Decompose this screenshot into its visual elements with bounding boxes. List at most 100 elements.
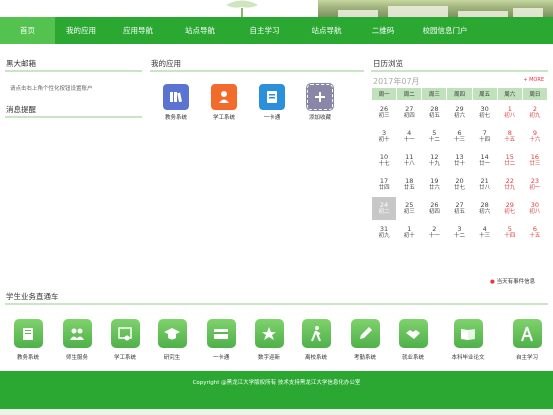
nav-home[interactable]: 首页: [0, 17, 55, 44]
calendar-day[interactable]: 6 十三: [446, 124, 473, 149]
app-add-favorite[interactable]: 添加收藏: [300, 83, 340, 121]
calendar-day[interactable]: 28 初五: [421, 100, 448, 125]
add-icon: [306, 83, 334, 111]
calendar-day[interactable]: 24 初二: [370, 196, 398, 221]
service-item[interactable]: 学工系统: [100, 319, 150, 361]
calendar-title: 日历浏览: [373, 59, 403, 68]
calendar-day[interactable]: 27 初四: [396, 100, 423, 125]
calendar-day[interactable]: 15 廿二: [496, 148, 523, 173]
calendar-day[interactable]: 28 初六: [471, 196, 498, 221]
calendar-day[interactable]: 4 十三: [471, 220, 498, 245]
calendar-day[interactable]: 5 十二: [421, 124, 448, 149]
calendar-month: 2017年07月: [373, 77, 420, 86]
service-label: 教务系统: [16, 355, 39, 361]
calendar-day[interactable]: 1 初八: [496, 100, 523, 125]
campus-photo: [318, 0, 553, 17]
calendar-day[interactable]: 7 十四: [471, 124, 498, 149]
calendar-day[interactable]: 18 廿五: [396, 172, 423, 197]
nav-self-study[interactable]: 自主学习: [231, 17, 298, 44]
service-label: 考勤系统: [353, 355, 376, 361]
calendar-day[interactable]: 20 廿七: [446, 172, 473, 197]
calendar-day[interactable]: 30 初七: [471, 100, 498, 125]
calendar-day[interactable]: 2 十一: [421, 220, 448, 245]
app-student-affairs[interactable]: 学工系统: [204, 84, 244, 121]
service-item[interactable]: 教务系统: [3, 319, 53, 361]
nav-qrcode[interactable]: 二维码: [355, 17, 411, 44]
pencil-icon: [350, 319, 380, 348]
calendar-grid: 周一 周二 周三 周四 周五 周六 周日 26 初三 27 初四 28 初五 29 初六 30 初七 1 初八 2 初…: [370, 87, 549, 245]
calendar-day[interactable]: 21 廿八: [471, 172, 498, 197]
calendar-day[interactable]: 10 十七: [370, 148, 398, 173]
compass-icon: [512, 319, 542, 348]
main-nav: 首页 我的应用 应用导航 站点导航 自主学习 站点导航 二维码 校园信息门户: [0, 17, 553, 44]
nav-site-guide-2[interactable]: 站点导航: [298, 17, 355, 44]
calendar-week: 31 初九 1 初十 2 十一 3 十二 4 十三 5 十四 6 十五: [370, 220, 549, 245]
calendar-week: 24 初二 25 初三 26 初四 27 初五 28 初六 29 初七 30 初八: [370, 196, 549, 221]
calendar-day[interactable]: 26 初三: [370, 100, 398, 125]
calendar-header: 2017年07月 + MORE: [371, 76, 546, 86]
certificate-icon: [110, 319, 140, 348]
service-item[interactable]: 师生服务: [52, 319, 102, 361]
service-item[interactable]: 自主学习: [502, 319, 552, 361]
service-item[interactable]: 一卡通: [196, 319, 246, 361]
service-item[interactable]: 本科毕业论文: [443, 319, 493, 361]
service-item[interactable]: 考勤系统: [340, 319, 390, 361]
service-label: 自主学习: [515, 355, 538, 361]
calendar-day[interactable]: 4 十一: [396, 124, 423, 149]
calendar-day[interactable]: 5 十四: [496, 220, 523, 245]
calendar-weekday: 周一: [370, 87, 398, 101]
calendar-day[interactable]: 3 十二: [446, 220, 473, 245]
service-item[interactable]: 就业系统: [388, 319, 438, 361]
services-divider: [5, 303, 548, 305]
graduation-cap-icon: [157, 319, 187, 348]
calendar-day[interactable]: 29 初七: [496, 196, 523, 221]
calendar-day[interactable]: 6 十五: [521, 220, 549, 245]
service-item[interactable]: 研究生: [147, 319, 197, 361]
calendar-day[interactable]: 16 廿三: [521, 148, 549, 173]
service-label: 离校系统: [304, 355, 327, 361]
calendar-day[interactable]: 8 十五: [496, 124, 523, 149]
calendar-day[interactable]: 12 十九: [421, 148, 448, 173]
calendar-day[interactable]: 30 初八: [521, 196, 549, 221]
calendar-day[interactable]: 19 廿六: [421, 172, 448, 197]
service-label: 学工系统: [113, 355, 136, 361]
calendar-more-link[interactable]: + MORE: [523, 77, 544, 83]
calendar-event-note: ● 当天有事件信息: [490, 277, 535, 285]
service-item[interactable]: 数字迎新: [244, 319, 294, 361]
calendar-day[interactable]: 14 廿一: [471, 148, 498, 173]
calendar-day[interactable]: 9 十六: [521, 124, 549, 149]
calendar-day[interactable]: 1 初十: [396, 220, 423, 245]
nav-campus-portal[interactable]: 校园信息门户: [411, 17, 479, 44]
calendar-day[interactable]: 13 廿十: [446, 148, 473, 173]
calendar-day[interactable]: 3 初十: [370, 124, 398, 149]
open-book-icon: [453, 319, 483, 348]
gift-icon: [254, 319, 284, 348]
service-label: 师生服务: [65, 355, 88, 361]
handshake-icon: [398, 319, 428, 348]
notice-divider: [5, 116, 142, 118]
service-item[interactable]: 离校系统: [291, 319, 341, 361]
calendar-day[interactable]: 11 十八: [396, 148, 423, 173]
myapps-title: 我的应用: [151, 59, 181, 68]
calendar-day[interactable]: 26 初四: [421, 196, 448, 221]
mail-title: 黑大邮箱: [6, 59, 36, 68]
calendar-day[interactable]: 29 初六: [446, 100, 473, 125]
footer-copyright: Copyright @黑龙江大学版权所有 技术支持黑龙江大学信息化办公室: [192, 380, 361, 386]
calendar-day[interactable]: 27 初五: [446, 196, 473, 221]
app-academic[interactable]: 教务系统: [156, 84, 196, 121]
book-icon: [13, 319, 43, 348]
service-label: 数字迎新: [257, 355, 280, 361]
calendar-day[interactable]: 31 初九: [370, 220, 398, 245]
app-campus-card[interactable]: 一卡通: [252, 84, 292, 121]
calendar-day[interactable]: 25 初三: [396, 196, 423, 221]
calendar-day[interactable]: 2 初九: [521, 100, 549, 125]
nav-my-apps[interactable]: 我的应用: [55, 17, 107, 44]
event-dot-icon: ●: [490, 279, 495, 285]
calendar-weekday: 周二: [396, 87, 423, 101]
nav-site-guide[interactable]: 站点导航: [169, 17, 231, 44]
calendar-day[interactable]: 23 初一: [521, 172, 549, 197]
calendar-week: 10 十七 11 十八 12 十九 13 廿十 14 廿一 15 廿二 16 廿三: [370, 148, 549, 173]
calendar-day[interactable]: 22 廿九: [496, 172, 523, 197]
nav-app-guide[interactable]: 应用导航: [107, 17, 169, 44]
calendar-day[interactable]: 17 廿四: [370, 172, 398, 197]
